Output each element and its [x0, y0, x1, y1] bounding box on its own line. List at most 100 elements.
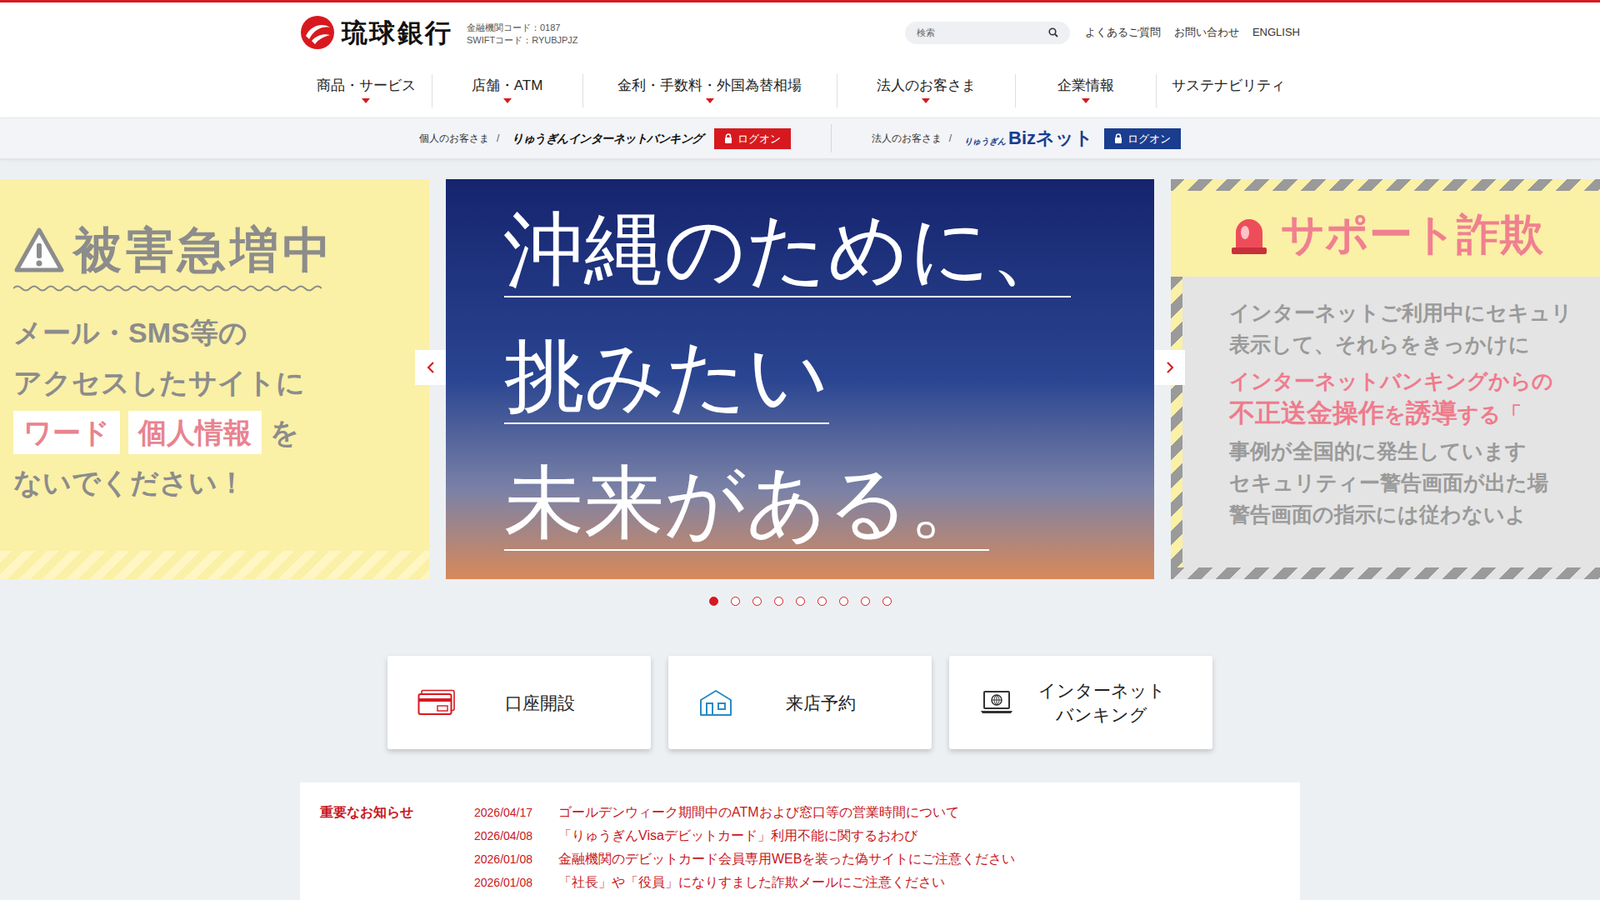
header-brand: 琉球銀行金融機関コード：0187SWIFTコード：RYUBJPJZ: [300, 15, 579, 50]
service-logo-small: りゅうぎん: [964, 135, 1006, 148]
notice-date: 2026/04/08: [474, 827, 559, 845]
slide-line: 警告画面の指示には従わないよ: [1229, 498, 1600, 530]
carousel-dot[interactable]: [774, 596, 784, 606]
carousel-slide[interactable]: 沖縄のために、挑みたい未来がある。: [445, 179, 1155, 580]
slide-title: サポート詐欺: [1280, 207, 1544, 261]
quick-link-card[interactable]: 口座開設: [387, 655, 651, 750]
audience-label: 法人のお客さま: [871, 130, 942, 146]
nav-item[interactable]: 法人のお客さま: [836, 62, 1015, 118]
logon-button[interactable]: ログオン: [714, 128, 791, 150]
service-logo: りゅうぎんBizネット: [964, 129, 1094, 148]
carousel-dot[interactable]: [730, 596, 740, 606]
carousel-dot[interactable]: [839, 596, 849, 606]
slide-text-block: インターネットご利用中にセキュリ表示して、それらをきっかけにインターネットバンキ…: [1182, 276, 1600, 580]
slide-text: メール・SMS等の: [13, 310, 248, 355]
lock-icon: [1114, 133, 1123, 144]
header-utilities: よくあるご質問お問い合わせ ENGLISH: [905, 21, 1300, 45]
audience-label: 個人のお客さま: [419, 130, 490, 146]
slide-line: インターネットご利用中にセキュリ: [1229, 296, 1600, 329]
logon-label: ログオン: [737, 128, 781, 150]
headline-line: 沖縄のために、: [504, 202, 1071, 298]
next-button[interactable]: [1154, 350, 1185, 385]
slide-text: 警告画面の指示には従わないよ: [1229, 498, 1527, 530]
header-link[interactable]: お問い合わせ: [1174, 24, 1240, 41]
carousel-slide[interactable]: サポート詐欺インターネットご利用中にセキュリ表示して、それらをきっかけにインター…: [1170, 179, 1600, 580]
bank-code: 金融機関コード：0187: [466, 21, 579, 35]
logon-label: ログオン: [1127, 128, 1171, 150]
slide-text: 事例が全国的に発生しています: [1229, 435, 1527, 467]
header-link[interactable]: よくあるご質問: [1085, 24, 1161, 41]
notice-date: 2026/01/08: [474, 850, 559, 869]
carousel-dot[interactable]: [817, 596, 827, 606]
logo-mark-icon: [300, 15, 335, 50]
slide-text: ワード: [13, 410, 120, 455]
quick-link-label: インターネットバンキング: [1020, 678, 1183, 727]
quick-link-card[interactable]: インターネットバンキング: [949, 655, 1213, 750]
logo[interactable]: 琉球銀行: [300, 15, 454, 50]
hazard-stripe-bottom: [1170, 567, 1600, 580]
prev-button[interactable]: [415, 350, 446, 385]
notice-item: 2026/01/08「社長」や「役員」になりすました詐欺メールにご注意ください: [474, 870, 1015, 895]
nav-label: 店舗・ATM: [471, 75, 544, 96]
nav-item[interactable]: 商品・サービス: [300, 62, 432, 118]
slide-line: 不正送金操作を誘導する「: [1229, 396, 1600, 430]
notice-link[interactable]: ゴールデンウィーク期間中のATMおよび窓口等の営業時間について: [558, 802, 960, 823]
carousel-dot[interactable]: [860, 596, 870, 606]
carousel-dot[interactable]: [795, 596, 805, 606]
menu-caret-icon: [921, 98, 930, 104]
slide-line: ないでください！: [13, 460, 430, 505]
slide-text: インターネットご利用中にセキュリ: [1229, 296, 1573, 329]
header-link[interactable]: ENGLISH: [1252, 24, 1300, 41]
menu-caret-icon: [705, 98, 715, 104]
carousel-dot[interactable]: [752, 596, 762, 606]
carousel-dot[interactable]: [882, 596, 892, 606]
carousel-dot[interactable]: [709, 596, 719, 606]
slide-line: アクセスしたサイトに: [13, 360, 430, 405]
slide-line: インターネットバンキングからの: [1229, 365, 1600, 397]
warning-icon: [13, 226, 65, 274]
separator: /: [949, 130, 952, 146]
carousel-slide[interactable]: 被害急増中メール・SMS等のアクセスしたサイトにワード個人情報をないでください！: [0, 179, 430, 580]
nav-label: 企業情報: [1057, 75, 1115, 96]
logon-button[interactable]: ログオン: [1104, 128, 1181, 150]
slide-text: インターネットバンキングからの: [1229, 365, 1554, 397]
notice-item: 2026/04/17ゴールデンウィーク期間中のATMおよび窓口等の営業時間につい…: [474, 800, 1015, 825]
slide-text: 不正送金操作: [1229, 396, 1385, 430]
search-icon: [1048, 27, 1059, 38]
nav-item[interactable]: 企業情報: [1015, 62, 1156, 118]
nav-item[interactable]: 金利・手数料・外国為替相場: [582, 62, 837, 118]
nav-divider: [1015, 74, 1016, 108]
quick-link-card[interactable]: 来店予約: [668, 655, 932, 750]
important-notices: 重要なお知らせ2026/04/17ゴールデンウィーク期間中のATMおよび窓口等の…: [300, 782, 1300, 900]
login-group: 個人のお客さま / りゅうぎんインターネットバンキング ログオン: [419, 128, 791, 150]
slide-line: 表示して、それらをきっかけに: [1229, 328, 1600, 360]
notices-list: 2026/04/17ゴールデンウィーク期間中のATMおよび窓口等の営業時間につい…: [474, 800, 1015, 895]
notice-link[interactable]: 「りゅうぎんVisaデビットカード」利用不能に関するおわび: [558, 825, 918, 846]
slide-text: セキュリティー警告画面が出た場: [1229, 466, 1549, 499]
notice-link[interactable]: 金融機関のデビットカード会員専用WEBを装った偽サイトにご注意ください: [558, 849, 1015, 870]
slide-line: 事例が全国的に発生しています: [1229, 435, 1600, 467]
separator: /: [496, 130, 500, 146]
menu-caret-icon: [1081, 98, 1090, 104]
header-links: よくあるご質問お問い合わせ ENGLISH: [1085, 24, 1300, 41]
nav-label: 金利・手数料・外国為替相場: [617, 75, 802, 96]
swift-code: SWIFTコード：RYUBJPJZ: [466, 34, 579, 47]
logo-text: 琉球銀行: [341, 20, 454, 46]
slide-line: ワード個人情報を: [13, 410, 430, 455]
site-header: 琉球銀行金融機関コード：0187SWIFTコード：RYUBJPJZ よくあるご質問…: [0, 2, 1600, 118]
nav-item[interactable]: サステナビリティ: [1155, 62, 1300, 118]
search-input[interactable]: [916, 25, 1044, 40]
login-divider: [830, 124, 832, 153]
nav-item[interactable]: 店舗・ATM: [431, 62, 583, 118]
quick-link-label: 来店予約: [740, 690, 902, 715]
slide-text: を: [1384, 398, 1406, 430]
login-bar: 個人のお客さま / りゅうぎんインターネットバンキング ログオン 法人のお客さま / りゅう…: [0, 117, 1600, 159]
quick-link-text: バンキング: [1055, 702, 1148, 727]
slide-text: 表示して、それらをきっかけに: [1229, 328, 1530, 360]
service-logo-main: りゅうぎんインターネットバンキング: [511, 130, 704, 148]
menu-caret-icon: [361, 98, 370, 104]
notice-link[interactable]: 「社長」や「役員」になりすました詐欺メールにご注意ください: [558, 872, 945, 893]
slide-title-row: 被害急増中: [13, 220, 430, 280]
header-top: 琉球銀行金融機関コード：0187SWIFTコード：RYUBJPJZ よくあるご質問…: [300, 2, 1300, 63]
slide-text: を: [270, 410, 300, 455]
